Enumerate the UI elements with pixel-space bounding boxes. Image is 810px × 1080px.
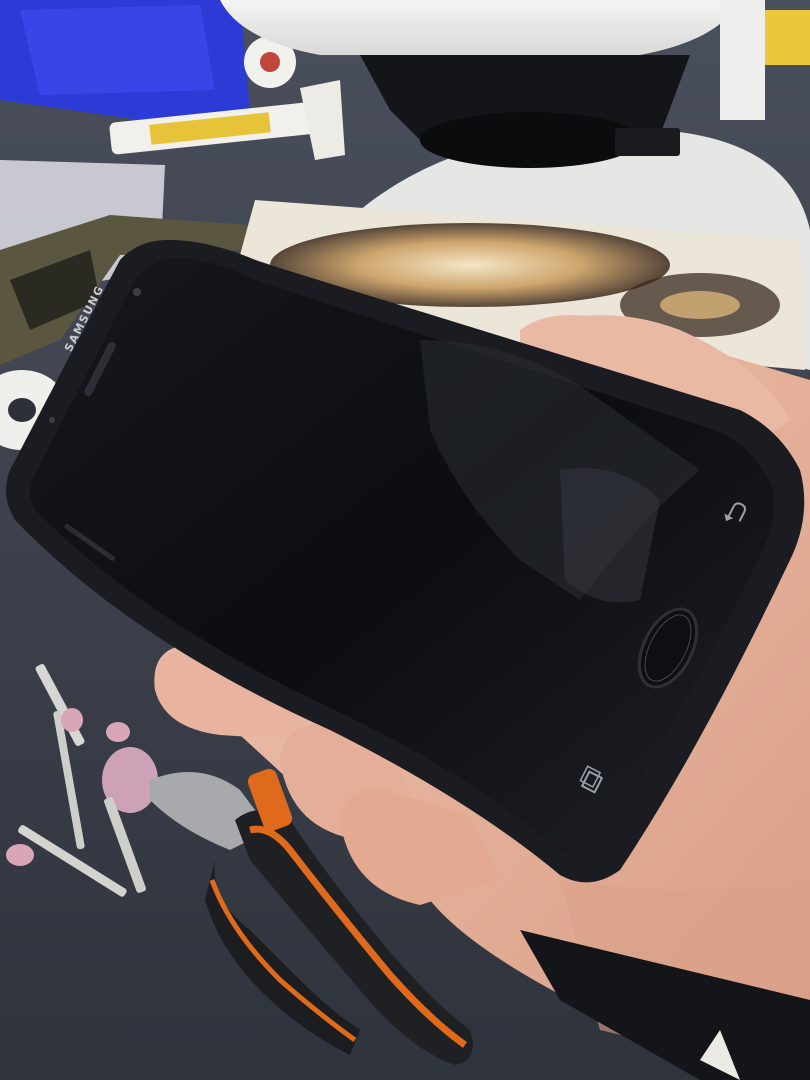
scene-illustration (0, 0, 810, 1080)
front-camera (133, 288, 141, 296)
photo-scene: SAMSUNG (0, 0, 810, 1080)
microscope-head (220, 0, 740, 55)
